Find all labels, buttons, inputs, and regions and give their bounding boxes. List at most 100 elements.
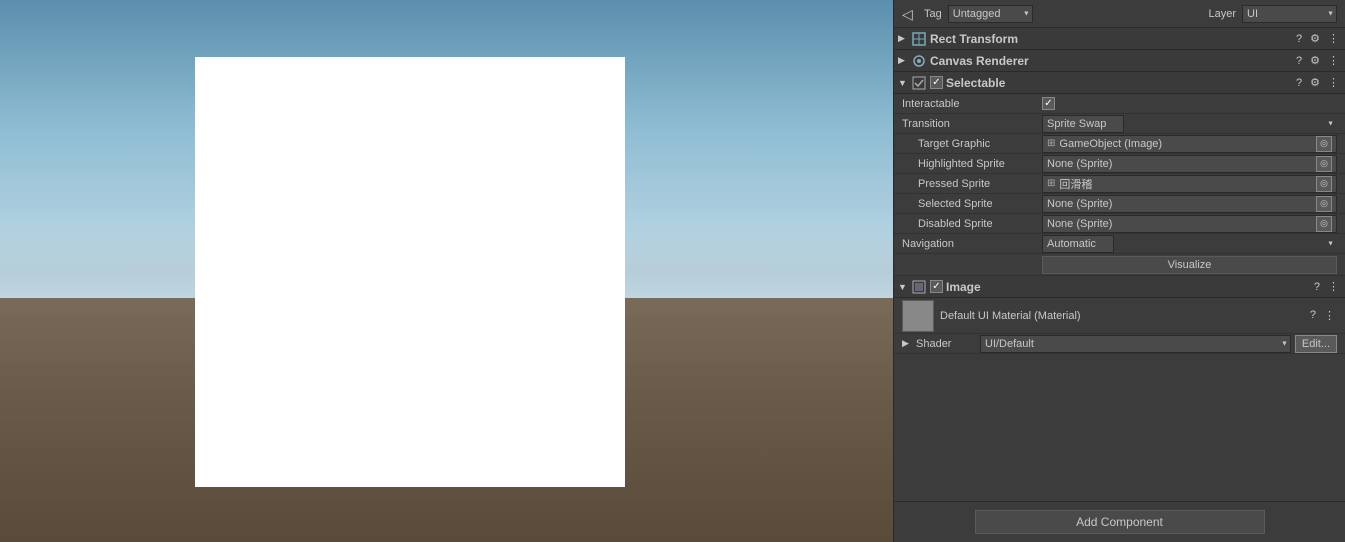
highlighted-sprite-label: Highlighted Sprite [902,158,1042,170]
selectable-header[interactable]: ▼ ✓ Selectable ? ⚙ ⋮ [894,72,1345,94]
layer-select[interactable]: UI Default TransparentFX [1242,5,1337,23]
disabled-sprite-value: None (Sprite) [1047,218,1112,230]
navigation-row: Navigation None Horizontal Vertical Auto… [894,234,1345,254]
image-help-btn[interactable]: ? [1312,281,1322,293]
tag-label: Tag [924,8,942,20]
material-row: Default UI Material (Material) ? ⋮ [894,298,1345,334]
selectable-help-btn[interactable]: ? [1294,77,1304,89]
transition-dropdown-wrapper[interactable]: None Color Tint Sprite Swap Animation [1042,115,1337,133]
navigation-dropdown-wrapper[interactable]: None Horizontal Vertical Automatic Expli… [1042,235,1337,253]
material-help-btn[interactable]: ? [1308,309,1318,322]
shader-select[interactable]: UI/Default [980,335,1291,353]
selected-sprite-value: None (Sprite) [1047,198,1112,210]
canvas-renderer-header[interactable]: ▶ Canvas Renderer ? ⚙ ⋮ [894,50,1345,72]
shader-arrow: ▶ [902,338,912,349]
selectable-settings-btn[interactable]: ⚙ [1308,76,1322,89]
target-graphic-object-icon: ⊞ [1047,138,1055,149]
back-icon: ◁ [902,6,918,22]
shader-row: ▶ Shader UI/Default Edit... [894,334,1345,354]
canvas-renderer-arrow: ▶ [898,55,908,66]
target-graphic-label: Target Graphic [902,138,1042,150]
selectable-icon [911,75,927,91]
tag-select[interactable]: Untagged MainCamera Player [948,5,1033,23]
image-icon [911,279,927,295]
target-graphic-select-btn[interactable]: ◎ [1316,136,1332,152]
navigation-select[interactable]: None Horizontal Vertical Automatic Expli… [1042,235,1114,253]
inspector-panel: ◁ Tag Untagged MainCamera Player Layer U… [893,0,1345,542]
rect-transform-header-icons: ? ⚙ ⋮ [1294,32,1341,45]
pressed-sprite-select-btn[interactable]: ◎ [1316,176,1332,192]
interactable-row: Interactable ✓ [894,94,1345,114]
rect-transform-help-btn[interactable]: ? [1294,33,1304,45]
shader-value-wrapper[interactable]: UI/Default [980,335,1291,353]
image-menu-btn[interactable]: ⋮ [1326,280,1341,293]
selected-sprite-row: Selected Sprite None (Sprite) ◎ [894,194,1345,214]
pressed-sprite-label: Pressed Sprite [902,178,1042,190]
selectable-properties: Interactable ✓ Transition None Color Tin… [894,94,1345,276]
selected-sprite-field[interactable]: None (Sprite) ◎ [1042,195,1337,213]
highlighted-sprite-row: Highlighted Sprite None (Sprite) ◎ [894,154,1345,174]
rect-transform-header[interactable]: ▶ Rect Transform ? ⚙ ⋮ [894,28,1345,50]
highlighted-sprite-value: None (Sprite) [1047,158,1112,170]
rect-transform-settings-btn[interactable]: ⚙ [1308,32,1322,45]
material-name: Default UI Material (Material) [940,310,1302,322]
image-title: Image [946,280,1309,294]
material-thumbnail [902,300,934,332]
layer-label: Layer [1208,8,1236,20]
shader-label: Shader [916,338,976,350]
pressed-sprite-field[interactable]: ⊞ 回滑稽 ◎ [1042,175,1337,193]
target-graphic-value: GameObject (Image) [1059,138,1162,150]
tag-layer-bar: ◁ Tag Untagged MainCamera Player Layer U… [894,0,1345,28]
rect-transform-title: Rect Transform [930,32,1291,46]
selectable-title: Selectable [946,76,1291,90]
image-section: ▼ ✓ Image ? ⋮ Default UI Material (Mater… [894,276,1345,354]
selected-sprite-label: Selected Sprite [902,198,1042,210]
image-header[interactable]: ▼ ✓ Image ? ⋮ [894,276,1345,298]
rect-transform-menu-btn[interactable]: ⋮ [1326,32,1341,45]
disabled-sprite-select-btn[interactable]: ◎ [1316,216,1332,232]
interactable-label: Interactable [902,98,1042,110]
selectable-enabled-checkbox[interactable]: ✓ [930,76,943,89]
selectable-arrow: ▼ [898,78,908,88]
image-header-icons: ? ⋮ [1312,280,1341,293]
target-graphic-field[interactable]: ⊞ GameObject (Image) ◎ [1042,135,1337,153]
visualize-row: Visualize [894,254,1345,276]
shader-edit-btn[interactable]: Edit... [1295,335,1337,353]
transition-label: Transition [902,118,1042,130]
transition-select[interactable]: None Color Tint Sprite Swap Animation [1042,115,1124,133]
add-component-area: Add Component [894,501,1345,542]
add-component-button[interactable]: Add Component [975,510,1265,534]
canvas-renderer-menu-btn[interactable]: ⋮ [1326,54,1341,67]
canvas-renderer-icon [911,53,927,69]
canvas-renderer-help-btn[interactable]: ? [1294,55,1304,67]
selectable-header-icons: ? ⚙ ⋮ [1294,76,1341,89]
material-icons: ? ⋮ [1308,309,1337,322]
transition-row: Transition None Color Tint Sprite Swap A… [894,114,1345,134]
white-square-object [195,57,625,487]
pressed-sprite-row: Pressed Sprite ⊞ 回滑稽 ◎ [894,174,1345,194]
highlighted-sprite-select-btn[interactable]: ◎ [1316,156,1332,172]
pressed-sprite-value: 回滑稽 [1059,176,1092,192]
target-graphic-row: Target Graphic ⊞ GameObject (Image) ◎ [894,134,1345,154]
image-arrow: ▼ [898,282,908,292]
canvas-renderer-settings-btn[interactable]: ⚙ [1308,54,1322,67]
canvas-renderer-title: Canvas Renderer [930,54,1291,68]
pressed-sprite-icon: ⊞ [1047,178,1055,189]
interactable-checkbox[interactable]: ✓ [1042,97,1055,110]
highlighted-sprite-field[interactable]: None (Sprite) ◎ [1042,155,1337,173]
visualize-button[interactable]: Visualize [1042,256,1337,274]
selectable-menu-btn[interactable]: ⋮ [1326,76,1341,89]
navigation-label: Navigation [902,238,1042,250]
disabled-sprite-label: Disabled Sprite [902,218,1042,230]
selected-sprite-select-btn[interactable]: ◎ [1316,196,1332,212]
material-menu-btn[interactable]: ⋮ [1322,309,1337,322]
scene-viewport [0,0,893,542]
rect-transform-arrow: ▶ [898,33,908,44]
disabled-sprite-field[interactable]: None (Sprite) ◎ [1042,215,1337,233]
canvas-renderer-header-icons: ? ⚙ ⋮ [1294,54,1341,67]
tag-dropdown-wrapper[interactable]: Untagged MainCamera Player [948,5,1033,23]
rect-transform-icon [911,31,927,47]
disabled-sprite-row: Disabled Sprite None (Sprite) ◎ [894,214,1345,234]
layer-dropdown-wrapper[interactable]: UI Default TransparentFX [1242,5,1337,23]
image-enabled-checkbox[interactable]: ✓ [930,280,943,293]
